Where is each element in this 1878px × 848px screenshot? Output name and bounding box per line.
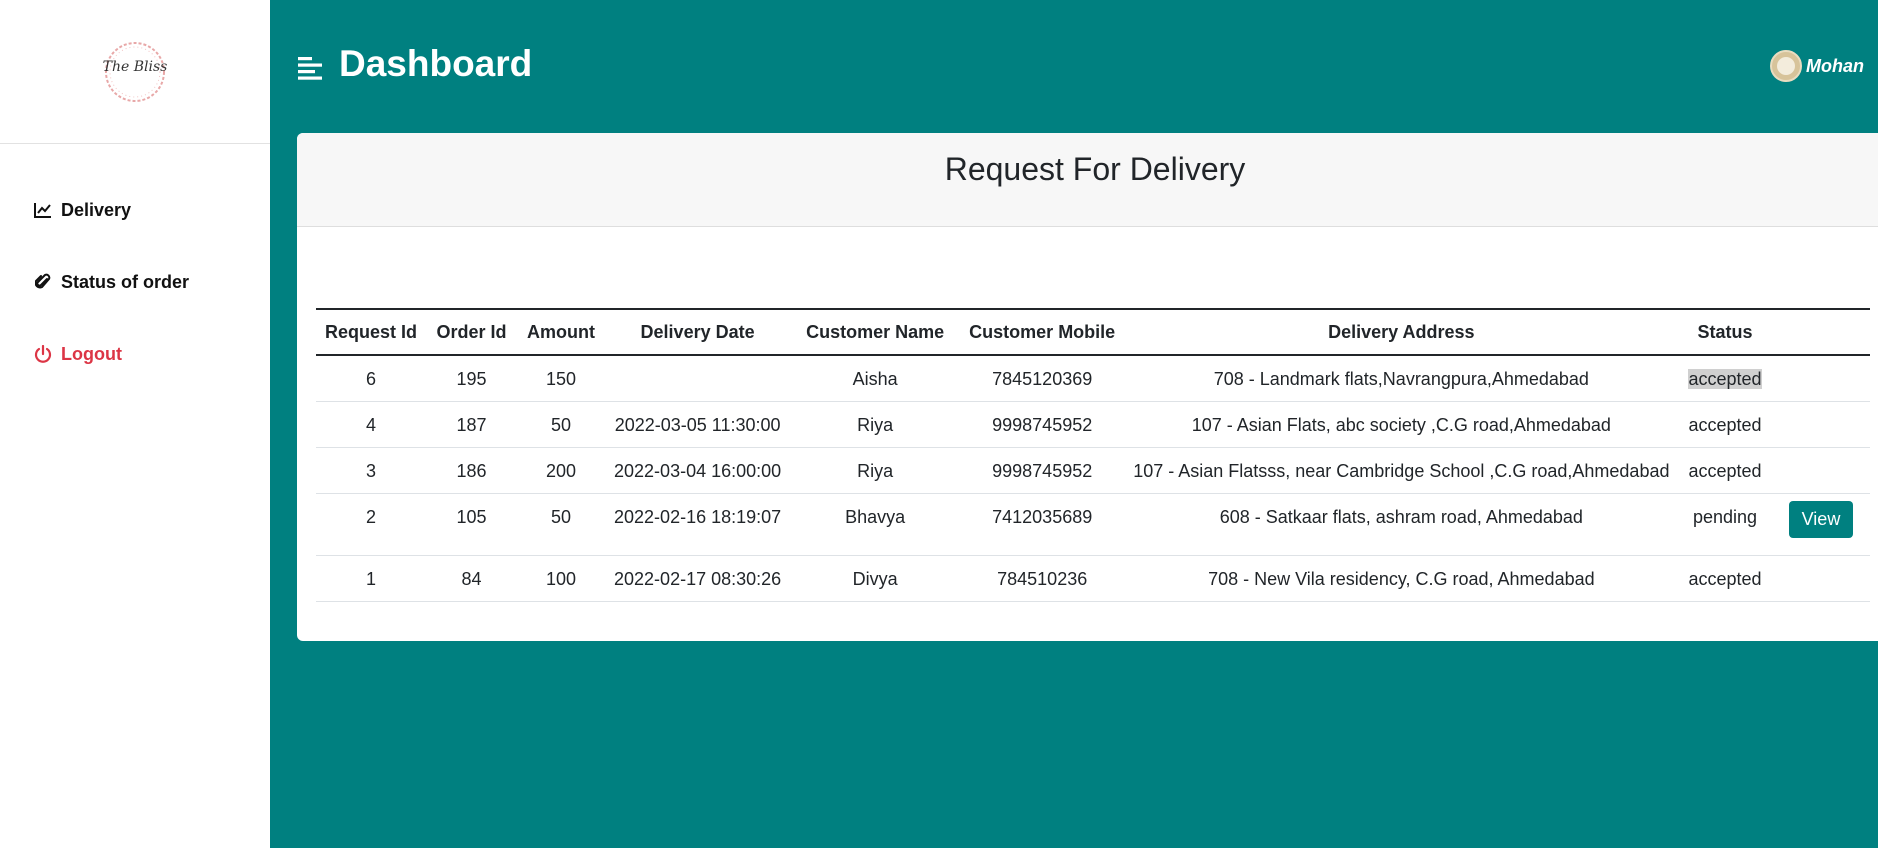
column-header: Status [1697,321,1753,342]
table-header-row: Request Id Order Id Amount Delivery Date… [316,309,1871,355]
cell-delivery-date: 2022-03-05 11:30:00 [605,401,791,448]
sidebar-nav: Delivery Status of order Logout [0,144,270,390]
cell-customer-mobile: 7845120369 [960,355,1125,402]
cell-customer-name: Aisha [790,355,961,402]
cell-delivery-address: 708 - Landmark flats,Navrangpura,Ahmedab… [1124,355,1679,402]
avatar [1770,50,1802,82]
column-header: Order Id [436,321,507,342]
cell-status: accepted [1678,447,1772,494]
cell-order-id: 105 [426,493,518,556]
cell-amount: 150 [517,355,606,402]
cell-request-id: 4 [316,401,427,448]
delivery-requests-table: Request Id Order Id Amount Delivery Date… [316,308,1871,602]
cell-delivery-address: 107 - Asian Flatsss, near Cambridge Scho… [1124,447,1679,494]
cell-status: accepted [1678,401,1772,448]
cell-action [1771,447,1871,494]
cell-order-id: 195 [426,355,518,402]
cell-status: accepted [1678,355,1772,402]
user-name: Mohan [1806,55,1864,76]
table-row: 2 105 50 2022-02-16 18:19:07 Bhavya 7412… [316,493,1871,556]
cell-delivery-date: 2022-03-04 16:00:00 [605,447,791,494]
card-header: Request For Delivery [297,133,1878,227]
cell-amount: 50 [517,401,606,448]
table-row: 6 195 150 Aisha 7845120369 708 - Landmar… [316,355,1871,402]
cell-customer-mobile: 784510236 [960,555,1125,602]
cell-customer-name: Riya [790,447,961,494]
cell-amount: 200 [517,447,606,494]
cell-action: View [1771,493,1871,556]
column-header: Delivery Date [640,321,755,342]
status-text: accepted [1688,369,1762,389]
cell-order-id: 84 [426,555,518,602]
cell-request-id: 3 [316,447,427,494]
paperclip-icon [33,272,53,292]
cell-customer-mobile: 9998745952 [960,401,1125,448]
cell-delivery-address: 708 - New Vila residency, C.G road, Ahme… [1124,555,1679,602]
cell-action [1771,355,1871,402]
cell-amount: 100 [517,555,606,602]
cell-delivery-date [605,355,791,402]
column-header [1771,309,1870,355]
cell-request-id: 2 [316,493,427,556]
user-menu[interactable]: Mohan [1770,50,1864,82]
cell-action [1771,401,1871,448]
logo-text: The Bliss [102,58,168,75]
cell-request-id: 6 [316,355,427,402]
cell-status: accepted [1678,555,1772,602]
page-title: Dashboard [339,43,533,84]
cell-delivery-date: 2022-02-16 18:19:07 [605,493,791,556]
cell-action [1771,555,1871,602]
cell-amount: 50 [517,493,606,556]
power-icon [33,344,53,364]
column-header: Delivery Address [1328,321,1475,342]
cell-request-id: 1 [316,555,427,602]
sidebar-item-logout[interactable]: Logout [0,318,270,390]
column-header: Request Id [325,321,418,342]
chart-line-icon [33,200,53,220]
column-header: Customer Name [806,321,945,342]
cell-order-id: 186 [426,447,518,494]
delivery-requests-card: Request For Delivery Request Id Order Id… [297,133,1878,641]
logo[interactable]: The Bliss [100,37,170,107]
cell-customer-name: Riya [790,401,961,448]
cell-customer-mobile: 7412035689 [960,493,1125,556]
cell-customer-mobile: 9998745952 [960,447,1125,494]
cell-status: pending [1678,493,1772,556]
sidebar-item-status-of-order[interactable]: Status of order [0,246,270,318]
column-header: Amount [527,321,595,342]
view-button[interactable]: View [1788,500,1854,538]
table-row: 4 187 50 2022-03-05 11:30:00 Riya 999874… [316,401,1871,448]
card-title: Request For Delivery [944,151,1246,187]
cell-order-id: 187 [426,401,518,448]
cell-delivery-address: 107 - Asian Flats, abc society ,C.G road… [1124,401,1679,448]
table-row: 1 84 100 2022-02-17 08:30:26 Divya 78451… [316,555,1871,602]
sidebar: The Bliss Delivery Status of order Logou… [0,0,270,848]
logo-area: The Bliss [0,0,270,144]
column-header: Customer Mobile [969,321,1116,342]
sidebar-item-label: Status of order [61,271,190,292]
sidebar-item-label: Logout [61,343,122,364]
cell-customer-name: Divya [790,555,961,602]
cell-customer-name: Bhavya [790,493,961,556]
cell-delivery-address: 608 - Satkaar flats, ashram road, Ahmeda… [1124,493,1679,556]
sidebar-item-label: Delivery [61,199,132,220]
cell-delivery-date: 2022-02-17 08:30:26 [605,555,791,602]
menu-toggle-icon[interactable] [297,55,323,81]
table-row: 3 186 200 2022-03-04 16:00:00 Riya 99987… [316,447,1871,494]
sidebar-item-delivery[interactable]: Delivery [0,174,270,246]
